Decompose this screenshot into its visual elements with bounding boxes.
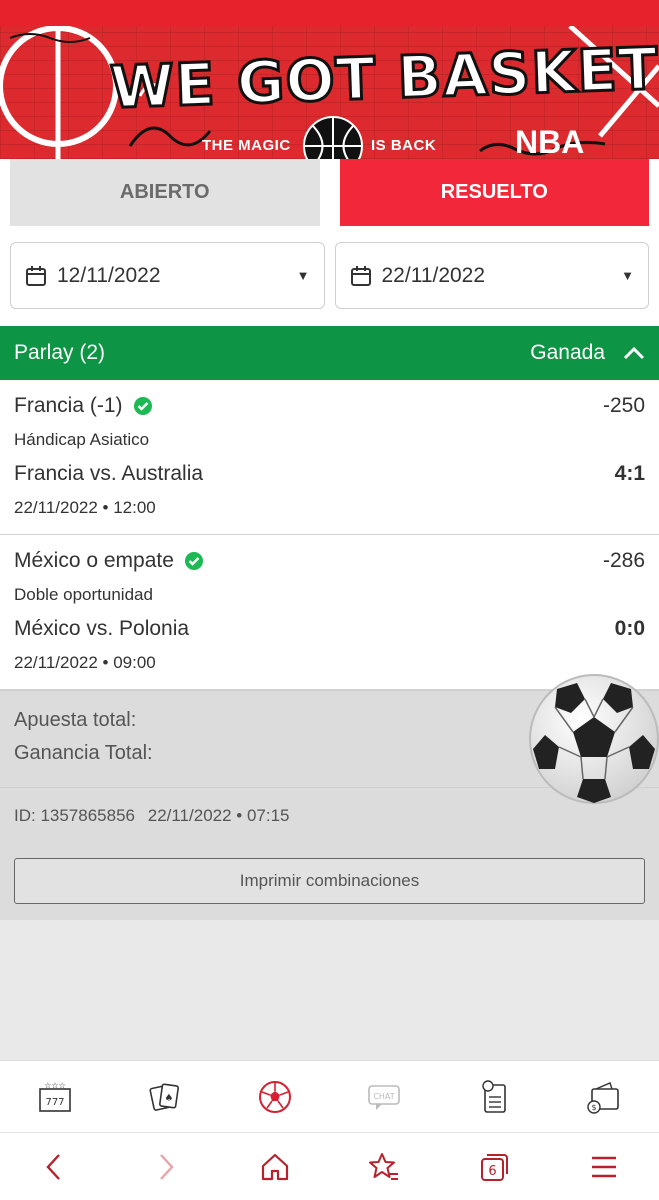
date-filters: 12/11/2022 ▼ 22/11/2022 ▼	[0, 226, 659, 326]
slots-icon[interactable]: 777 ☆☆☆	[37, 1079, 73, 1115]
calendar-icon	[350, 265, 371, 286]
tab-resuelto[interactable]: RESUELTO	[339, 159, 649, 226]
soccer-ball-icon[interactable]	[257, 1079, 293, 1115]
parlay-label: Parlay (2)	[14, 341, 106, 364]
bet-market: Doble oportunidad	[14, 585, 153, 604]
back-arrow-icon[interactable]	[38, 1150, 72, 1184]
menu-icon[interactable]	[587, 1150, 621, 1184]
svg-text:$: $	[592, 1103, 597, 1112]
svg-text:CHAT: CHAT	[374, 1092, 395, 1101]
bet-item: México o empate -286 Doble oportunidad M…	[0, 535, 659, 690]
print-combinations-button[interactable]: Imprimir combinaciones	[14, 858, 645, 904]
bet-match: México vs. Polonia	[14, 617, 190, 640]
date-from-select[interactable]: 12/11/2022 ▼	[10, 242, 325, 309]
bet-match: Francia vs. Australia	[14, 462, 204, 485]
parlay-header[interactable]: Parlay (2) Ganada	[0, 326, 659, 380]
tab-abierto[interactable]: ABIERTO	[10, 159, 320, 226]
tabs-icon[interactable]: 6	[477, 1150, 511, 1184]
dropdown-caret-icon: ▼	[621, 268, 634, 283]
svg-text:777: 777	[45, 1097, 64, 1108]
bet-placed-datetime: 22/11/2022 • 07:15	[147, 806, 290, 825]
bet-datetime: 22/11/2022 • 12:00	[14, 498, 156, 517]
basketball-icon	[303, 116, 363, 159]
bet-score: 0:0	[614, 617, 645, 640]
top-status-bar	[0, 0, 659, 26]
dropdown-caret-icon: ▼	[296, 268, 310, 283]
calendar-icon	[26, 265, 46, 286]
banner-tagline-right: IS BACK	[371, 137, 437, 154]
parlay-status: Ganada	[530, 341, 605, 364]
browser-toolbar: 6	[0, 1132, 659, 1200]
cards-icon[interactable]: ♠	[147, 1079, 183, 1115]
bet-item: Francia (-1) -250 Hándicap Asiatico Fran…	[0, 380, 659, 535]
bet-score: 4:1	[614, 462, 645, 485]
bet-id: ID: 1357865856	[14, 806, 135, 825]
date-from-value: 12/11/2022	[57, 263, 161, 287]
date-to-value: 22/11/2022	[381, 263, 486, 287]
banner-league: NBA	[515, 124, 585, 159]
check-circle-icon	[133, 397, 152, 415]
bet-odds: -286	[602, 549, 645, 572]
check-circle-icon	[184, 552, 203, 570]
bet-status-tabs: ABIERTO RESUELTO	[0, 159, 659, 226]
soccer-ball-floating-icon[interactable]	[527, 669, 659, 809]
bet-selection: México o empate	[14, 549, 174, 572]
chat-icon[interactable]: CHAT	[366, 1079, 402, 1115]
promo-banner[interactable]: WE GOT BASKET THE MAGIC IS BACK NBA	[0, 26, 659, 159]
svg-text:6: 6	[489, 1164, 497, 1179]
svg-text:☆☆☆: ☆☆☆	[44, 1081, 66, 1090]
bet-odds: -250	[602, 394, 645, 417]
bet-market: Hándicap Asiatico	[14, 430, 150, 449]
banner-tagline-left: THE MAGIC	[202, 137, 291, 154]
betslip-icon[interactable]	[476, 1079, 512, 1115]
forward-arrow-icon[interactable]	[148, 1150, 182, 1184]
home-icon[interactable]	[258, 1150, 292, 1184]
wallet-icon[interactable]: $	[586, 1079, 622, 1115]
bottom-navigation: 777 ☆☆☆ ♠ CHAT $	[0, 1060, 659, 1132]
bet-selection: Francia (-1)	[14, 394, 123, 417]
date-to-select[interactable]: 22/11/2022 ▼	[334, 242, 649, 309]
chevron-up-icon[interactable]	[623, 346, 645, 360]
bookmarks-star-icon[interactable]	[367, 1150, 401, 1184]
svg-text:♠: ♠	[164, 1093, 173, 1104]
